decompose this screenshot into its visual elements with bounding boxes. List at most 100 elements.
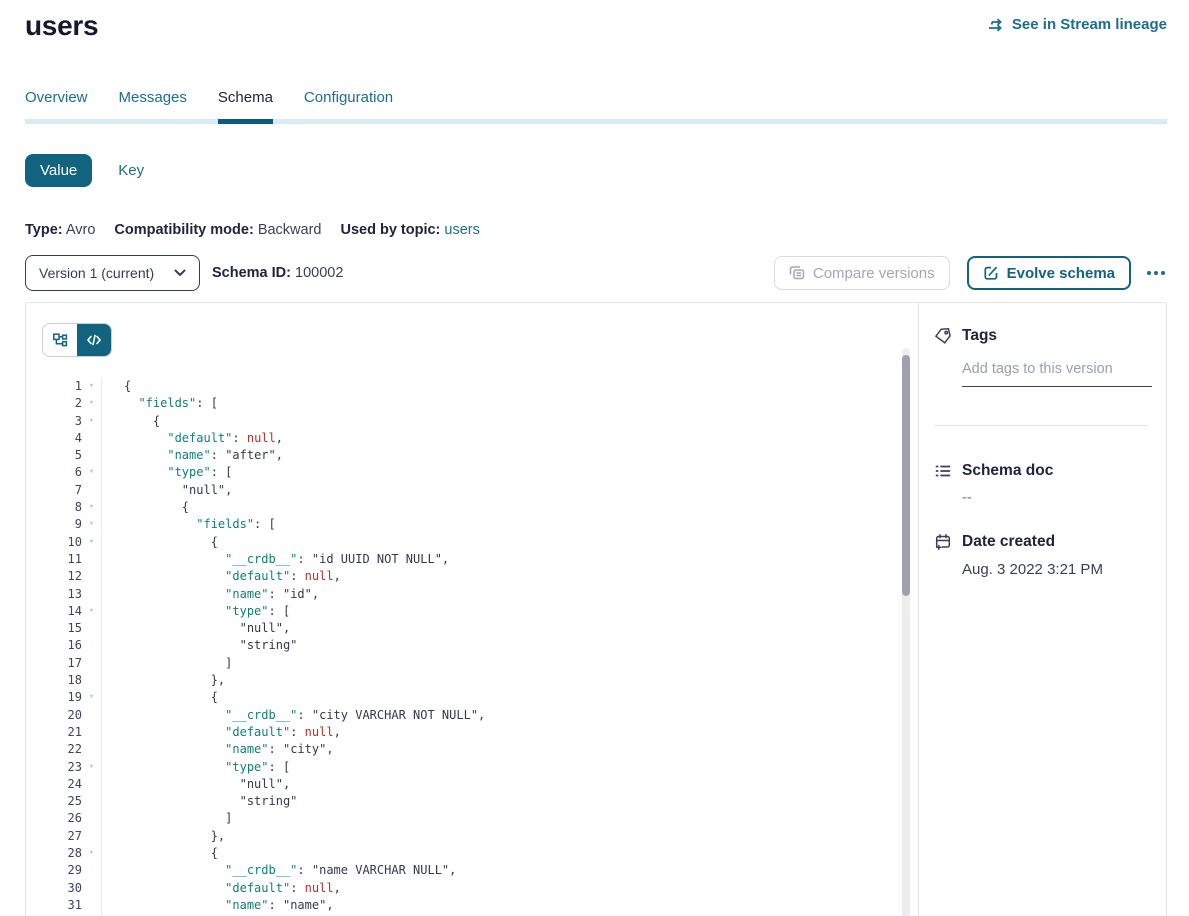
- fold-spacer: [82, 810, 101, 827]
- fold-toggle-icon[interactable]: ▾: [82, 413, 101, 430]
- fold-toggle-icon[interactable]: ▾: [82, 534, 101, 551]
- compare-versions-icon: [789, 265, 805, 281]
- tab-schema[interactable]: Schema: [218, 89, 273, 119]
- code-text: "name": "id",: [101, 586, 918, 603]
- code-text: "string": [101, 793, 918, 810]
- tab-bar: Overview Messages Schema Configuration: [25, 89, 1167, 124]
- key-toggle-button[interactable]: Key: [118, 162, 144, 179]
- line-number: 20: [42, 707, 82, 724]
- line-number: 26: [42, 810, 82, 827]
- schema-meta-row: Type: Avro Compatibility mode: Backward …: [25, 222, 1167, 238]
- evolve-schema-button[interactable]: Evolve schema: [967, 256, 1131, 290]
- line-number: 23: [42, 759, 82, 776]
- code-view-icon: [86, 332, 102, 348]
- fold-toggle-icon[interactable]: ▾: [82, 603, 101, 620]
- code-line: 15 "null",: [42, 620, 918, 637]
- fold-toggle-icon[interactable]: ▾: [82, 499, 101, 516]
- tree-view-button[interactable]: [43, 324, 77, 356]
- page-header: users See in Stream lineage: [25, 10, 1167, 42]
- version-select[interactable]: Version 1 (current): [25, 255, 200, 291]
- code-line: 18 },: [42, 672, 918, 689]
- code-text: "fields": [: [101, 395, 918, 412]
- schema-id: Schema ID: 100002: [212, 265, 343, 281]
- topic-link[interactable]: users: [444, 222, 479, 238]
- code-line: 29 "__crdb__": "name VARCHAR NULL",: [42, 862, 918, 879]
- sidebar-divider: [934, 425, 1148, 426]
- fold-spacer: [82, 897, 101, 914]
- value-toggle-button[interactable]: Value: [25, 154, 92, 187]
- date-created-value: Aug. 3 2022 3:21 PM: [962, 561, 1148, 578]
- more-options-icon[interactable]: [1145, 267, 1167, 279]
- code-line: 5 "name": "after",: [42, 447, 918, 464]
- code-scrollbar-thumb[interactable]: [902, 355, 910, 596]
- code-line: 27 },: [42, 828, 918, 845]
- fold-toggle-icon[interactable]: ▾: [82, 516, 101, 533]
- code-line: 2▾ "fields": [: [42, 395, 918, 412]
- code-line: 31 "name": "name",: [42, 897, 918, 914]
- line-number: 10: [42, 534, 82, 551]
- code-line: 30 "default": null,: [42, 880, 918, 897]
- date-created-title: Date created: [962, 533, 1055, 551]
- code-text: },: [101, 828, 918, 845]
- schema-doc-value: --: [962, 490, 1148, 506]
- fold-spacer: [82, 707, 101, 724]
- fold-toggle-icon[interactable]: ▾: [82, 845, 101, 862]
- code-line: 4 "default": null,: [42, 430, 918, 447]
- line-number: 25: [42, 793, 82, 810]
- code-text: {: [101, 413, 918, 430]
- code-scrollbar[interactable]: [902, 348, 910, 916]
- code-text: ]: [101, 655, 918, 672]
- code-line: 19▾ {: [42, 689, 918, 706]
- code-line: 9▾ "fields": [: [42, 516, 918, 533]
- edit-icon: [983, 265, 999, 281]
- line-number: 9: [42, 516, 82, 533]
- stream-lineage-link[interactable]: See in Stream lineage: [988, 16, 1167, 33]
- tab-configuration[interactable]: Configuration: [304, 89, 393, 119]
- line-number: 12: [42, 568, 82, 585]
- tab-messages[interactable]: Messages: [119, 89, 187, 119]
- code-line: 23▾ "type": [: [42, 759, 918, 776]
- schema-doc-section: Schema doc --: [934, 462, 1148, 506]
- line-number: 6: [42, 464, 82, 481]
- line-number: 15: [42, 620, 82, 637]
- tags-input[interactable]: [962, 361, 1152, 387]
- schema-controls-row: Version 1 (current) Schema ID: 100002 Co…: [25, 255, 1167, 291]
- stream-lineage-label: See in Stream lineage: [1012, 16, 1167, 33]
- compare-versions-button[interactable]: Compare versions: [774, 256, 950, 290]
- code-text: "null",: [101, 776, 918, 793]
- line-number: 21: [42, 724, 82, 741]
- tab-overview[interactable]: Overview: [25, 89, 88, 119]
- code-line: 12 "default": null,: [42, 568, 918, 585]
- fold-spacer: [82, 862, 101, 879]
- code-text: "type": [: [101, 759, 918, 776]
- code-text: "__crdb__": "name VARCHAR NULL",: [101, 862, 918, 879]
- meta-compatibility: Compatibility mode: Backward: [114, 222, 321, 238]
- code-text: {: [101, 499, 918, 516]
- code-text: "string": [101, 637, 918, 654]
- fold-toggle-icon[interactable]: ▾: [82, 378, 101, 395]
- tags-section: Tags: [934, 327, 1148, 387]
- code-line: 16 "string": [42, 637, 918, 654]
- fold-spacer: [82, 586, 101, 603]
- fold-toggle-icon[interactable]: ▾: [82, 395, 101, 412]
- code-text: "fields": [: [101, 516, 918, 533]
- fold-spacer: [82, 568, 101, 585]
- code-text: "type": [: [101, 464, 918, 481]
- fold-toggle-icon[interactable]: ▾: [82, 464, 101, 481]
- fold-toggle-icon[interactable]: ▾: [82, 689, 101, 706]
- code-line: 13 "name": "id",: [42, 586, 918, 603]
- fold-spacer: [82, 447, 101, 464]
- line-number: 27: [42, 828, 82, 845]
- code-line: 20 "__crdb__": "city VARCHAR NOT NULL",: [42, 707, 918, 724]
- line-number: 22: [42, 741, 82, 758]
- line-number: 18: [42, 672, 82, 689]
- view-mode-toggle: [42, 323, 112, 357]
- fold-toggle-icon[interactable]: ▾: [82, 759, 101, 776]
- calendar-plus-icon: [934, 533, 952, 551]
- code-text: "null",: [101, 482, 918, 499]
- code-text: {: [101, 845, 918, 862]
- code-view-button[interactable]: [77, 324, 111, 356]
- meta-used-by-topic: Used by topic: users: [340, 222, 479, 238]
- page-title: users: [25, 10, 98, 42]
- code-text: "default": null,: [101, 430, 918, 447]
